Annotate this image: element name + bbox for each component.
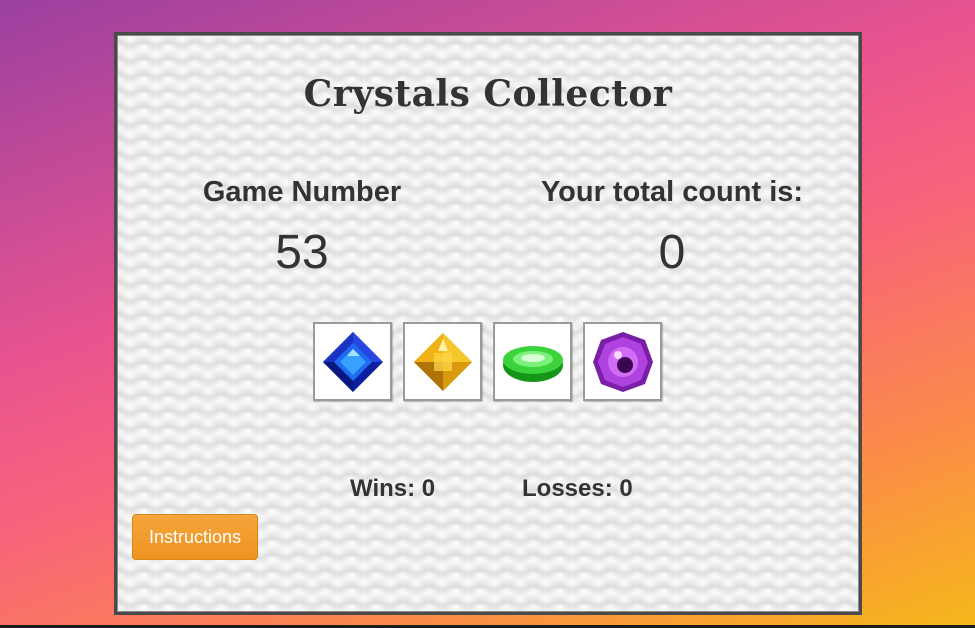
crystal-row: [313, 322, 662, 401]
instructions-button[interactable]: Instructions: [132, 514, 258, 560]
purple-crystal-icon: [592, 331, 653, 392]
losses-counter: Losses: 0: [522, 475, 633, 502]
blue-crystal-button[interactable]: [313, 322, 392, 401]
yellow-crystal-button[interactable]: [403, 322, 482, 401]
total-count-label: Your total count is:: [540, 176, 804, 208]
game-number-value: 53: [275, 226, 329, 279]
green-crystal-icon: [502, 345, 563, 382]
blue-crystal-icon: [322, 331, 383, 392]
purple-crystal-button[interactable]: [583, 322, 662, 401]
game-panel: Crystals Collector Game Number 53 Your t…: [114, 32, 862, 615]
yellow-crystal-icon: [413, 332, 472, 391]
wins-counter: Wins: 0: [350, 475, 436, 502]
game-title: Crystals Collector: [303, 73, 673, 115]
game-number-label: Game Number: [202, 176, 402, 208]
green-crystal-button[interactable]: [493, 322, 572, 401]
total-count-value: 0: [658, 226, 686, 279]
